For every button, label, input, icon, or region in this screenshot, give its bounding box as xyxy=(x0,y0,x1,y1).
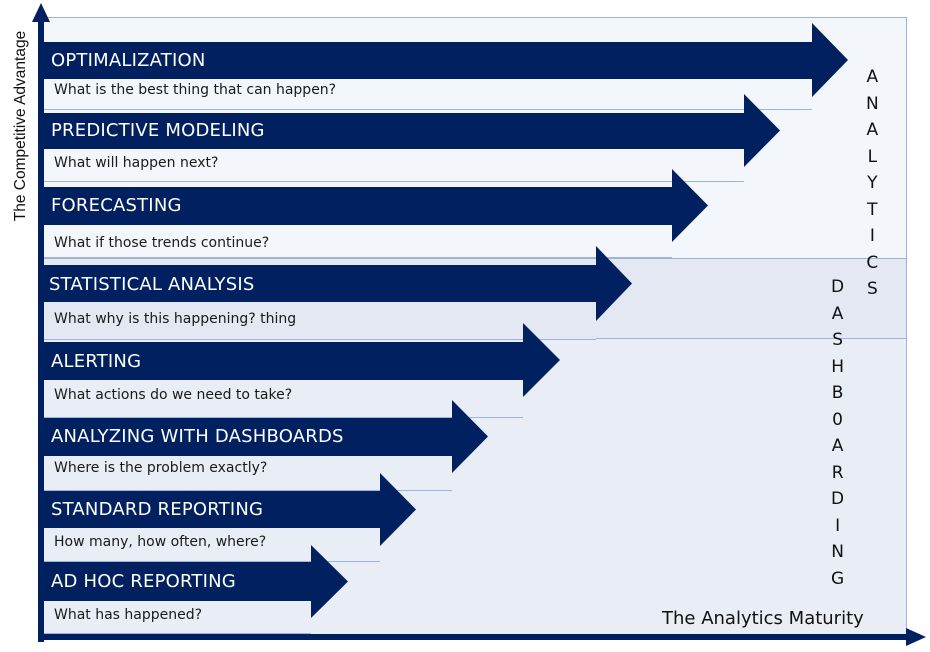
vertical-letter: I xyxy=(869,226,875,246)
y-axis-line xyxy=(38,18,44,642)
y-axis-arrowhead-icon xyxy=(32,3,50,22)
vertical-letter: A xyxy=(831,436,844,456)
vertical-letter: I xyxy=(835,515,841,536)
vertical-letter: S xyxy=(832,330,843,350)
vertical-letter: D xyxy=(831,277,845,297)
vertical-letter: A xyxy=(831,303,844,324)
stage-title: STATISTICAL ANALYSIS xyxy=(49,274,255,295)
x-axis-arrowhead-icon xyxy=(906,628,926,646)
stage-question: What actions do we need to take? xyxy=(54,387,293,403)
vertical-letter: N xyxy=(866,93,879,114)
stage-title: OPTIMALIZATION xyxy=(51,50,206,71)
vertical-letter: Y xyxy=(867,173,878,193)
vertical-letter: G xyxy=(831,568,845,589)
y-axis-label: The Competitive Advantage xyxy=(12,30,29,222)
stage-question: What has happened? xyxy=(54,607,203,623)
x-axis-line xyxy=(38,634,910,640)
stage-title: PREDICTIVE MODELING xyxy=(51,120,265,141)
stage-title: STANDARD REPORTING xyxy=(51,499,264,520)
stage-title: ALERTING xyxy=(51,351,142,372)
vertical-letter: C xyxy=(866,252,879,273)
dashboarding-vertical-label: DASHB0ARDING xyxy=(831,274,844,592)
stage-question: What will happen next? xyxy=(54,155,219,171)
vertical-letter: S xyxy=(866,279,878,299)
vertical-letter: T xyxy=(867,199,878,220)
vertical-letter: A xyxy=(866,67,879,87)
vertical-letter: B xyxy=(831,383,844,403)
stage-question: How many, how often, where? xyxy=(54,534,267,550)
vertical-letter: A xyxy=(866,120,879,140)
vertical-letter: H xyxy=(831,356,844,377)
stage-question: What is the best thing that can happen? xyxy=(54,82,337,98)
stage-title: FORECASTING xyxy=(51,195,182,216)
stage-question: Where is the problem exactly? xyxy=(54,460,268,476)
vertical-letter: R xyxy=(831,462,844,483)
stage-title: AD HOC REPORTING xyxy=(51,571,236,592)
stage-question: What why is this happening? thing xyxy=(54,311,297,327)
x-axis-label: The Analytics Maturity xyxy=(662,608,864,629)
vertical-letter: L xyxy=(867,146,878,167)
stage-title: ANALYZING WITH DASHBOARDS xyxy=(51,426,344,447)
stage-question: What if those trends continue? xyxy=(54,235,270,251)
vertical-letter: D xyxy=(831,489,845,509)
analytics-vertical-label: ANALYTICS xyxy=(866,64,879,303)
vertical-letter: N xyxy=(831,542,844,562)
vertical-letter: 0 xyxy=(832,409,843,430)
